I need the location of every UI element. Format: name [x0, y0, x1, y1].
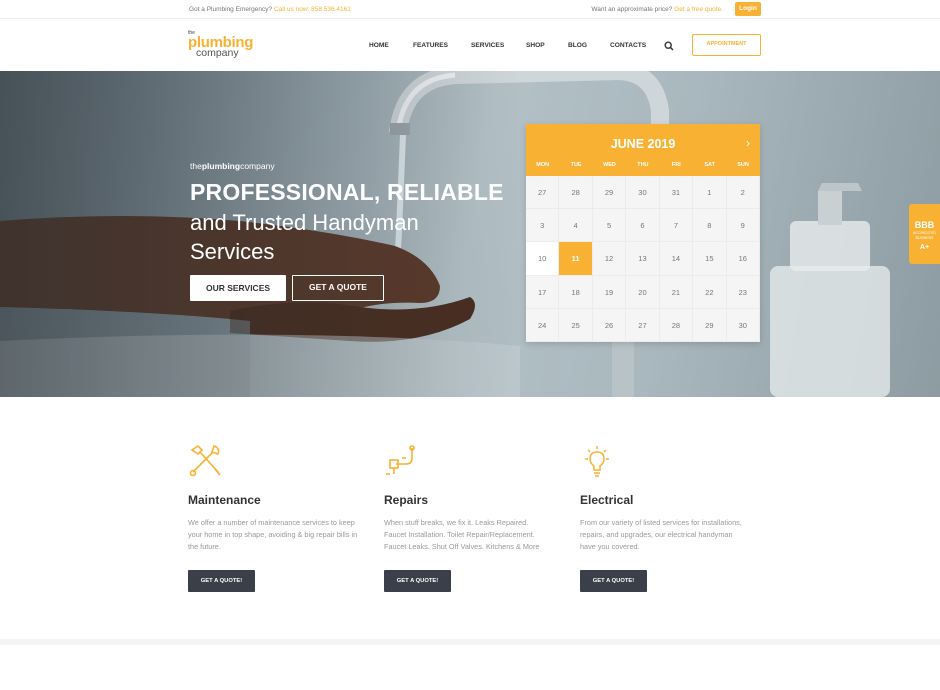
- calendar-day[interactable]: 16: [726, 242, 760, 276]
- nav-features[interactable]: FEATURES: [413, 42, 448, 49]
- hero-subheading: and Trusted Handyman Services: [190, 210, 419, 264]
- calendar-widget: JUNE 2019 › MON TUE WED THU FRI SAT SUN …: [526, 124, 760, 342]
- calendar-day[interactable]: 10: [526, 242, 560, 276]
- calendar-month: JUNE 2019: [610, 137, 676, 151]
- weekday-label: THU: [637, 162, 649, 168]
- calendar-day[interactable]: 29: [592, 176, 627, 210]
- chevron-right-icon[interactable]: ›: [746, 136, 750, 150]
- weekday-label: SUN: [737, 162, 749, 168]
- nav-shop[interactable]: SHOP: [526, 42, 545, 49]
- top-bar: Got a Plumbing Emergency? Call us now: 8…: [0, 0, 940, 19]
- calendar-day[interactable]: 14: [659, 242, 694, 276]
- calendar-day[interactable]: 18: [559, 275, 593, 309]
- emergency-notice: Got a Plumbing Emergency? Call us now: 8…: [189, 6, 351, 13]
- calendar-weekdays: MON TUE WED THU FRI SAT SUN: [526, 162, 760, 174]
- login-button[interactable]: Login: [735, 2, 761, 16]
- price-notice: Want an approximate price? Get a free qu…: [591, 6, 723, 13]
- calendar-day[interactable]: 15: [693, 242, 727, 276]
- calendar-header: JUNE 2019 › MON TUE WED THU FRI SAT SUN: [526, 124, 760, 176]
- logo-company: company: [196, 47, 239, 59]
- calendar-day[interactable]: 21: [659, 275, 694, 309]
- logo[interactable]: the plumbing company: [188, 30, 258, 64]
- calendar-day[interactable]: 17: [526, 275, 560, 309]
- calendar-day[interactable]: 20: [626, 275, 660, 309]
- calendar-day-selected[interactable]: 11: [559, 242, 593, 276]
- calendar-day[interactable]: 28: [559, 176, 593, 210]
- weekday-label: WED: [603, 162, 616, 168]
- calendar-day[interactable]: 27: [526, 176, 560, 210]
- service-title-maintenance: Maintenance: [188, 493, 261, 507]
- electrical-quote-button[interactable]: GET A QUOTE!: [580, 570, 647, 592]
- appointment-button[interactable]: APPOINTMENT: [692, 34, 761, 56]
- section-divider: [0, 639, 940, 645]
- emergency-text: Got a Plumbing Emergency?: [189, 6, 273, 13]
- bbb-line1: ACCREDITED: [913, 231, 936, 235]
- free-quote-link[interactable]: Get a free quote.: [674, 6, 723, 13]
- calendar-day[interactable]: 30: [726, 308, 760, 342]
- weekday-label: SAT: [704, 162, 715, 168]
- nav-home[interactable]: HOME: [369, 42, 389, 49]
- calendar-day[interactable]: 31: [659, 176, 694, 210]
- calendar-day[interactable]: 19: [592, 275, 627, 309]
- calendar-day[interactable]: 26: [592, 308, 627, 342]
- calendar-day[interactable]: 6: [626, 209, 660, 243]
- calendar-day[interactable]: 23: [726, 275, 760, 309]
- nav-blog[interactable]: BLOG: [568, 42, 587, 49]
- calendar-day[interactable]: 28: [659, 308, 694, 342]
- nav-services[interactable]: SERVICES: [471, 42, 504, 49]
- header: the plumbing company HOME FEATURES SERVI…: [0, 19, 940, 71]
- calendar-day[interactable]: 27: [626, 308, 660, 342]
- bbb-badge[interactable]: BBB ACCREDITED BUSINESS A+: [909, 204, 940, 264]
- service-text-repairs: When stuff breaks, we fix it. Leaks Repa…: [384, 518, 540, 551]
- calendar-day[interactable]: 29: [693, 308, 727, 342]
- service-title-electrical: Electrical: [580, 493, 634, 507]
- calendar-day[interactable]: 30: [626, 176, 660, 210]
- search-icon[interactable]: [664, 41, 674, 51]
- calendar-day[interactable]: 4: [559, 209, 593, 243]
- weekday-label: FRI: [671, 162, 681, 168]
- calendar-day[interactable]: 9: [726, 209, 760, 243]
- hero-brand-company: company: [240, 161, 275, 171]
- calendar-day[interactable]: 3: [526, 209, 560, 243]
- nav-contacts[interactable]: CONTACTS: [610, 42, 646, 49]
- wrench-screwdriver-icon: [189, 444, 221, 477]
- bbb-line2: BUSINESS: [915, 236, 934, 240]
- calendar-day[interactable]: 7: [659, 209, 694, 243]
- our-services-button[interactable]: OUR SERVICES: [190, 275, 286, 301]
- hero-section: theplumbingcompany PROFESSIONAL, RELIABL…: [0, 71, 940, 397]
- calendar-day[interactable]: 24: [526, 308, 560, 342]
- hero-heading: PROFESSIONAL, RELIABLE: [190, 179, 504, 205]
- price-text: Want an approximate price?: [591, 6, 673, 13]
- calendar-day[interactable]: 2: [726, 176, 760, 210]
- service-text-electrical: From our variety of listed services for …: [580, 518, 742, 551]
- calendar-day[interactable]: 8: [693, 209, 727, 243]
- hero-brand-plumbing: plumbing: [201, 161, 241, 171]
- calendar-day[interactable]: 13: [626, 242, 660, 276]
- hero-brand-line: theplumbingcompany: [190, 161, 275, 171]
- bbb-mark: BBB: [914, 220, 935, 230]
- page: Got a Plumbing Emergency? Call us now: 8…: [0, 0, 940, 690]
- hero-brand-the: the: [190, 161, 202, 171]
- service-title-repairs: Repairs: [384, 493, 429, 507]
- service-text-maintenance: We offer a number of maintenance service…: [188, 518, 358, 551]
- weekday-label: MON: [536, 162, 550, 168]
- bbb-grade: A+: [919, 244, 930, 251]
- weekday-label: TUE: [570, 162, 582, 168]
- lightbulb-icon: [585, 446, 609, 477]
- repairs-quote-button[interactable]: GET A QUOTE!: [384, 570, 451, 592]
- calendar-day[interactable]: 22: [693, 275, 727, 309]
- phone-link[interactable]: Call us now: 858.536.4161: [274, 6, 351, 13]
- calendar-grid: 27 28 29 30 31 1 2 3 4 5 6 7 8 9 10 11 12 13 14 15 16 17 18 19 2…: [526, 176, 760, 342]
- calendar-day[interactable]: 1: [693, 176, 727, 210]
- get-a-quote-button[interactable]: GET A QUOTE: [292, 275, 384, 301]
- maintenance-quote-button[interactable]: GET A QUOTE!: [188, 570, 255, 592]
- pipe-faucet-icon: [386, 445, 415, 475]
- calendar-day[interactable]: 12: [592, 242, 627, 276]
- calendar-day[interactable]: 5: [592, 209, 627, 243]
- calendar-day[interactable]: 25: [559, 308, 593, 342]
